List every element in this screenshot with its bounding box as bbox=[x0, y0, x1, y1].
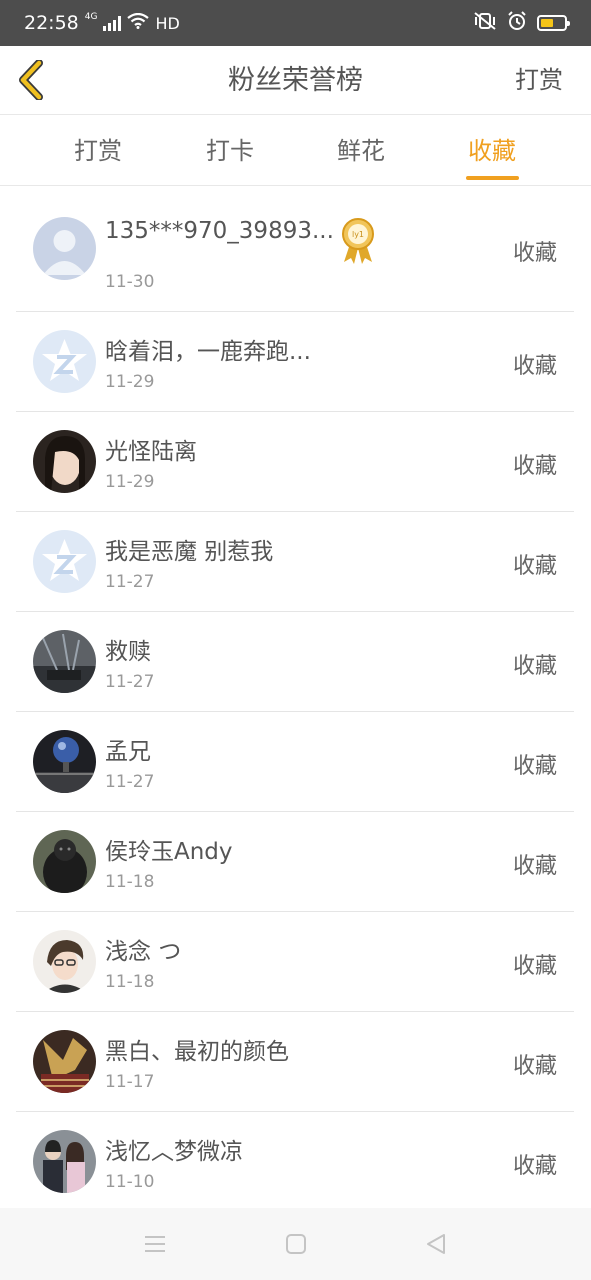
back-triangle-icon[interactable] bbox=[424, 1232, 448, 1256]
collect-label: 收藏 bbox=[512, 754, 557, 779]
avatar bbox=[33, 730, 96, 793]
item-date: 11-27 bbox=[105, 772, 155, 792]
user-name: 浅念 つ bbox=[105, 939, 182, 965]
user-name: 晗着泪，一鹿奔跑... bbox=[105, 339, 311, 365]
alarm-icon bbox=[507, 11, 527, 35]
user-photo-icon bbox=[33, 1130, 96, 1193]
medal-badge-icon: ly1 bbox=[342, 218, 374, 264]
avatar bbox=[33, 217, 96, 280]
list-item[interactable]: 光怪陆离 11-29 收藏 bbox=[16, 412, 574, 512]
active-tab-indicator bbox=[466, 176, 519, 180]
user-photo-icon bbox=[33, 830, 96, 893]
user-name: 侯玲玉Andy bbox=[105, 839, 233, 865]
list-item[interactable]: 浅念 つ 11-18 收藏 bbox=[16, 912, 574, 1012]
qzone-star-icon bbox=[33, 330, 96, 393]
tip-button[interactable]: 打赏 bbox=[515, 46, 563, 115]
status-right bbox=[473, 11, 570, 35]
list-item[interactable]: 晗着泪，一鹿奔跑... 11-29 收藏 bbox=[16, 312, 574, 412]
collect-label: 收藏 bbox=[512, 554, 557, 579]
signal-icon bbox=[103, 15, 122, 31]
list-item[interactable]: 救赎 11-27 收藏 bbox=[16, 612, 574, 712]
user-photo-icon bbox=[33, 730, 96, 793]
status-left: 22:58 4G HD bbox=[24, 12, 180, 34]
avatar bbox=[33, 330, 96, 393]
mute-vibrate-icon bbox=[473, 11, 497, 35]
avatar bbox=[33, 1130, 96, 1193]
collect-label: 收藏 bbox=[512, 354, 557, 379]
tab-checkin[interactable]: 打卡 bbox=[170, 116, 290, 186]
tab-bar: 打赏 打卡 鲜花 收藏 bbox=[0, 116, 591, 186]
default-person-icon bbox=[33, 217, 96, 280]
battery-level bbox=[541, 19, 554, 27]
avatar bbox=[33, 830, 96, 893]
menu-icon[interactable] bbox=[143, 1232, 167, 1256]
list-item[interactable]: 我是恶魔 别惹我 11-27 收藏 bbox=[16, 512, 574, 612]
wifi-icon bbox=[127, 12, 150, 33]
item-date: 11-27 bbox=[105, 572, 155, 592]
item-date: 11-17 bbox=[105, 1072, 155, 1092]
collect-label: 收藏 bbox=[512, 241, 557, 266]
list-item[interactable]: 浅忆︿梦微凉 11-10 收藏 bbox=[16, 1112, 574, 1212]
screen: 22:58 4G HD 粉丝荣誉榜 打赏 打赏 打卡 鲜花 收藏 135***9… bbox=[0, 0, 591, 1280]
page-title: 粉丝荣誉榜 bbox=[228, 65, 363, 96]
list-item[interactable]: 135***970_39893... 11-30 ly1 收藏 bbox=[16, 186, 574, 312]
user-name: 光怪陆离 bbox=[105, 439, 197, 465]
battery-icon bbox=[537, 15, 570, 31]
item-date: 11-29 bbox=[105, 472, 155, 492]
home-square-icon[interactable] bbox=[284, 1232, 308, 1256]
list-item[interactable]: 黑白、最初的颜色 11-17 收藏 bbox=[16, 1012, 574, 1112]
collect-label: 收藏 bbox=[512, 654, 557, 679]
badge-text: ly1 bbox=[352, 230, 364, 239]
qzone-star-icon bbox=[33, 530, 96, 593]
user-name: 135***970_39893... bbox=[105, 218, 334, 244]
avatar bbox=[33, 1030, 96, 1093]
user-photo-icon bbox=[33, 430, 96, 493]
avatar bbox=[33, 630, 96, 693]
item-date: 11-30 bbox=[105, 272, 155, 292]
item-date: 11-10 bbox=[105, 1172, 155, 1192]
avatar bbox=[33, 530, 96, 593]
header-bar: 粉丝荣誉榜 打赏 bbox=[0, 46, 591, 115]
avatar bbox=[33, 430, 96, 493]
user-name: 黑白、最初的颜色 bbox=[105, 1039, 289, 1065]
collect-label: 收藏 bbox=[512, 1054, 557, 1079]
avatar bbox=[33, 930, 96, 993]
user-name: 孟兄 bbox=[105, 739, 151, 765]
collect-label: 收藏 bbox=[512, 454, 557, 479]
user-photo-icon bbox=[33, 1030, 96, 1093]
list-item[interactable]: 侯玲玉Andy 11-18 收藏 bbox=[16, 812, 574, 912]
network-type: 4G bbox=[84, 11, 98, 22]
user-name: 救赎 bbox=[105, 639, 151, 665]
tab-reward[interactable]: 打赏 bbox=[38, 116, 158, 186]
list-item[interactable]: 孟兄 11-27 收藏 bbox=[16, 712, 574, 812]
item-date: 11-18 bbox=[105, 872, 155, 892]
fan-list: 135***970_39893... 11-30 ly1 收藏 晗着泪，一鹿奔跑… bbox=[16, 186, 574, 1212]
collect-label: 收藏 bbox=[512, 854, 557, 879]
system-nav-bar bbox=[0, 1208, 591, 1280]
item-date: 11-18 bbox=[105, 972, 155, 992]
status-bar: 22:58 4G HD bbox=[0, 0, 591, 46]
item-date: 11-29 bbox=[105, 372, 155, 392]
user-photo-icon bbox=[33, 630, 96, 693]
item-date: 11-27 bbox=[105, 672, 155, 692]
user-name: 我是恶魔 别惹我 bbox=[105, 539, 274, 565]
user-name: 浅忆︿梦微凉 bbox=[105, 1139, 243, 1165]
hd-indicator: HD bbox=[155, 13, 180, 33]
status-time: 22:58 bbox=[24, 12, 79, 34]
collect-label: 收藏 bbox=[512, 1154, 557, 1179]
tab-flowers[interactable]: 鲜花 bbox=[301, 116, 421, 186]
collect-label: 收藏 bbox=[512, 954, 557, 979]
user-photo-icon bbox=[33, 930, 96, 993]
